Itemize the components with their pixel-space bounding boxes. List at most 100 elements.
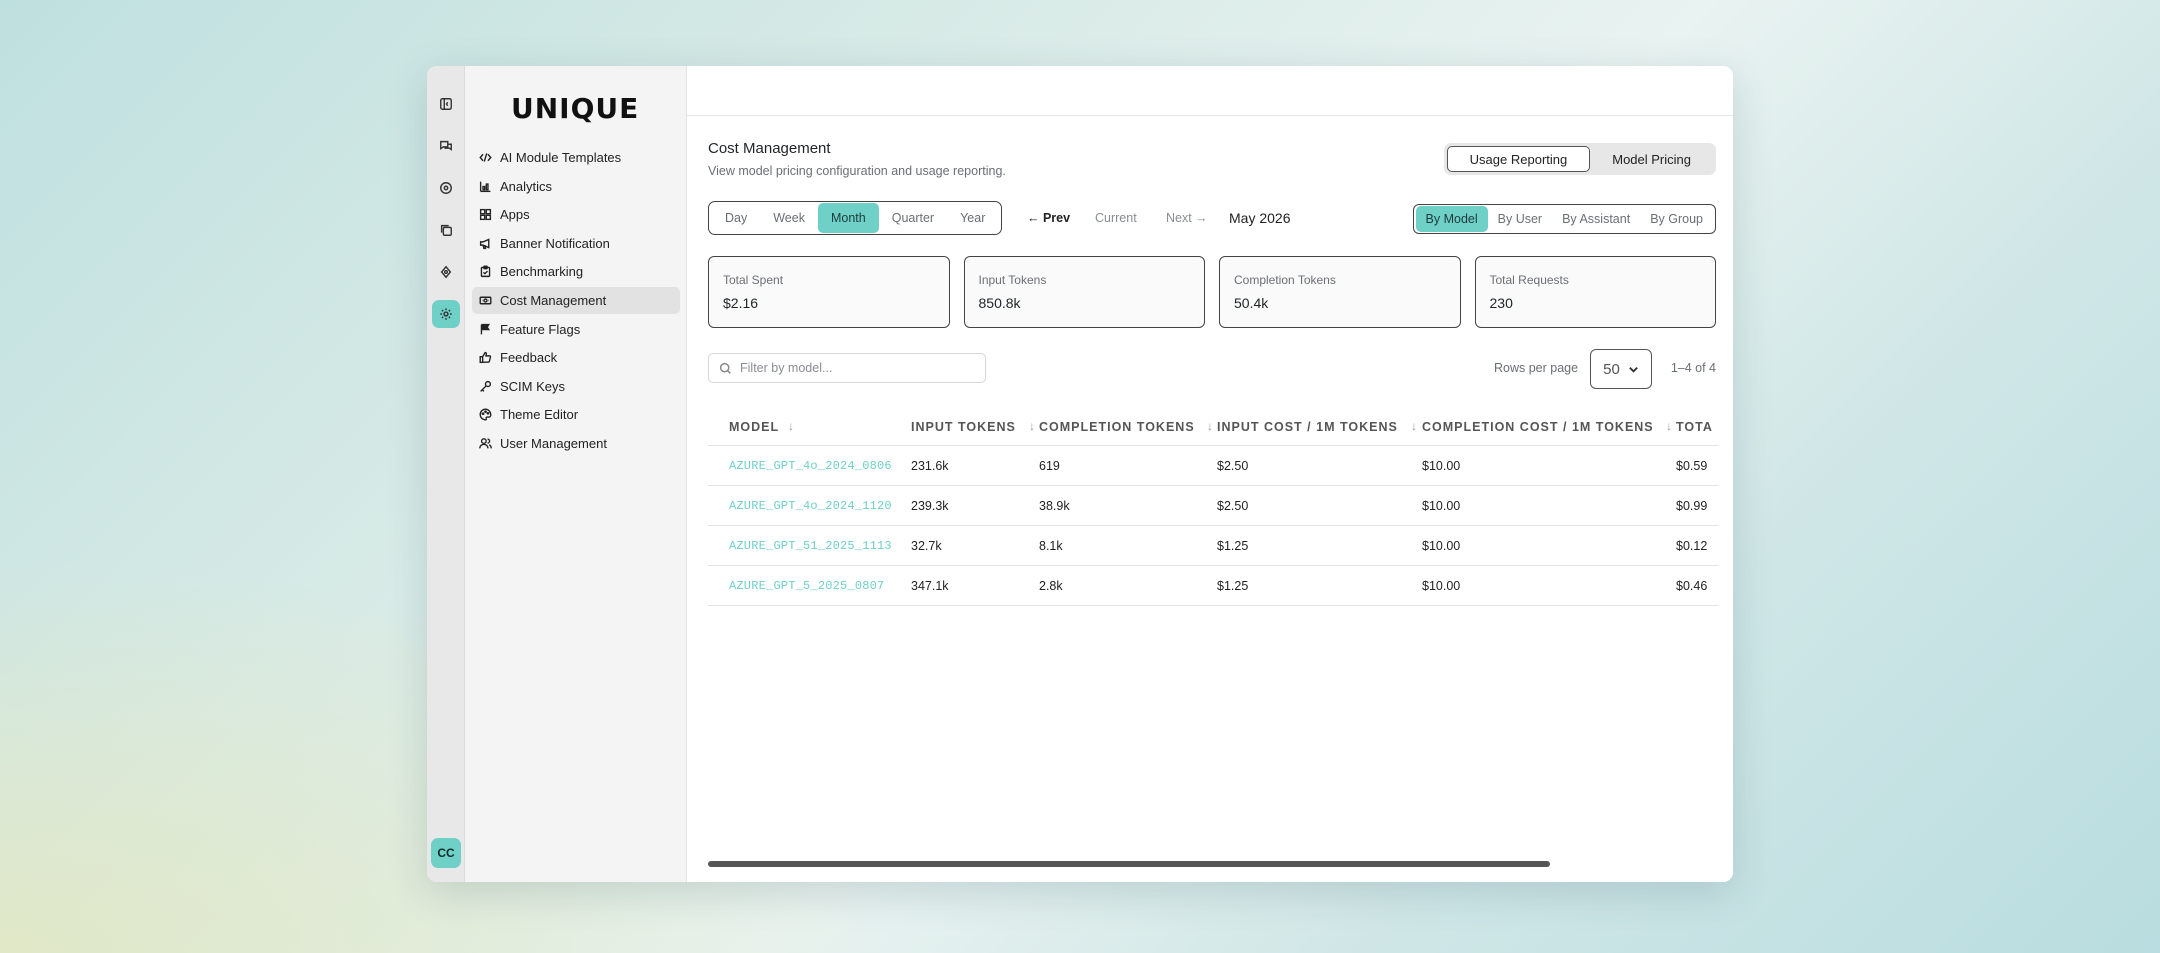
cell-input-cost: $1.25 <box>1217 579 1249 593</box>
table-row[interactable]: AZURE_GPT_4o_2024_0806 231.6k 619 $2.50 … <box>708 446 1718 486</box>
stat-value: 230 <box>1489 295 1513 311</box>
table-row[interactable]: AZURE_GPT_5_2025_0807 347.1k 2.8k $1.25 … <box>708 566 1718 606</box>
sidebar-item-feedback[interactable]: Feedback <box>472 344 680 371</box>
sidebar-nav: AI Module Templates Analytics Apps Banne… <box>472 144 680 459</box>
period-quarter[interactable]: Quarter <box>879 203 947 233</box>
rows-per-page-select[interactable]: 50 <box>1590 349 1652 389</box>
cell-input-tokens: 231.6k <box>911 459 949 473</box>
cell-total-cost: $0.46 <box>1676 579 1708 593</box>
sidebar-item-label: Feedback <box>500 350 558 366</box>
cell-completion-tokens: 38.9k <box>1039 499 1070 513</box>
table-row[interactable]: AZURE_GPT_4o_2024_1120 239.3k 38.9k $2.5… <box>708 486 1718 526</box>
sidebar-item-scim-keys[interactable]: SCIM Keys <box>472 373 680 400</box>
sidebar: UNIQUE AI Module Templates Analytics App… <box>465 66 687 882</box>
sidebar-item-cost-management[interactable]: Cost Management <box>472 286 680 314</box>
stat-label: Input Tokens <box>978 273 1047 287</box>
cell-input-cost: $2.50 <box>1217 459 1249 473</box>
sidebar-item-ai-module-templates[interactable]: AI Module Templates <box>472 144 680 171</box>
sidebar-item-benchmarking[interactable]: Benchmarking <box>472 258 680 285</box>
avatar[interactable]: CC <box>431 838 461 868</box>
filter-box <box>708 353 986 383</box>
flag-icon <box>480 323 491 334</box>
sort-arrow-icon[interactable]: ↓ <box>1207 419 1213 433</box>
sidebar-item-theme-editor[interactable]: Theme Editor <box>472 401 680 428</box>
explore-icon[interactable] <box>432 174 460 202</box>
clipboard-check-icon <box>480 265 491 278</box>
cell-total-cost: $0.99 <box>1676 499 1708 513</box>
top-bar <box>687 66 1733 116</box>
table-header: MODEL ↓ INPUT TOKENS ↓ COMPLETION TOKENS… <box>708 406 1718 446</box>
sidebar-item-label: SCIM Keys <box>500 378 566 394</box>
sidebar-item-banner-notification[interactable]: Banner Notification <box>472 230 680 257</box>
header-completion-cost[interactable]: COMPLETION COST / 1M TOKENS <box>1422 420 1654 434</box>
cell-input-cost: $2.50 <box>1217 499 1249 513</box>
sidebar-item-label: Cost Management <box>500 292 607 308</box>
header-total-cost[interactable]: TOTA <box>1676 420 1713 434</box>
sidebar-item-apps[interactable]: Apps <box>472 201 680 228</box>
cell-completion-tokens: 619 <box>1039 459 1060 473</box>
period-week[interactable]: Week <box>760 203 818 233</box>
sidebar-item-label: AI Module Templates <box>500 150 622 165</box>
model-pricing-tab[interactable]: Model Pricing <box>1590 146 1713 172</box>
header-model[interactable]: MODEL <box>729 420 779 434</box>
cell-completion-cost: $10.00 <box>1422 459 1461 473</box>
model-link[interactable]: AZURE_GPT_51_2025_1113 <box>729 539 892 553</box>
sidebar-item-user-management[interactable]: User Management <box>472 430 680 457</box>
stat-card-total-requests: Total Requests 230 <box>1474 256 1716 328</box>
brand-logo[interactable]: UNIQUE <box>511 92 639 125</box>
stat-card-total-spent: Total Spent $2.16 <box>708 256 950 328</box>
group-by-assistant[interactable]: By Assistant <box>1552 206 1640 232</box>
chevron-down-icon <box>1629 366 1638 373</box>
period-year[interactable]: Year <box>947 203 998 233</box>
table-row[interactable]: AZURE_GPT_51_2025_1113 32.7k 8.1k $1.25 … <box>708 526 1718 566</box>
next-button[interactable]: Next → <box>1166 211 1208 225</box>
header-input-cost[interactable]: INPUT COST / 1M TOKENS <box>1217 420 1398 434</box>
ai-icon[interactable] <box>432 258 460 286</box>
main-content: Cost Management View model pricing confi… <box>687 66 1733 882</box>
header-completion-tokens[interactable]: COMPLETION TOKENS <box>1039 420 1195 434</box>
icon-rail: CC <box>427 66 465 882</box>
sidebar-item-label: User Management <box>500 435 607 451</box>
usage-reporting-tab[interactable]: Usage Reporting <box>1446 146 1591 172</box>
cell-input-tokens: 347.1k <box>911 579 949 593</box>
sidebar-item-analytics[interactable]: Analytics <box>472 173 680 200</box>
grid-icon <box>479 209 492 221</box>
sort-arrow-icon[interactable]: ↓ <box>1666 419 1672 433</box>
sort-arrow-icon[interactable]: ↓ <box>1029 419 1035 433</box>
prev-button[interactable]: ← Prev <box>1027 211 1070 225</box>
money-icon <box>479 296 492 305</box>
cell-total-cost: $0.59 <box>1676 459 1708 473</box>
sidebar-item-feature-flags[interactable]: Feature Flags <box>472 316 680 343</box>
current-button[interactable]: Current <box>1095 211 1137 225</box>
cell-completion-cost: $10.00 <box>1422 539 1461 553</box>
model-link[interactable]: AZURE_GPT_5_2025_0807 <box>729 579 884 593</box>
collapse-sidebar-icon[interactable] <box>432 90 460 118</box>
sidebar-item-label: Apps <box>500 207 530 223</box>
key-icon <box>480 380 492 392</box>
group-by-user[interactable]: By User <box>1488 206 1552 232</box>
period-month[interactable]: Month <box>817 203 879 233</box>
group-by-selector: By Model By User By Assistant By Group <box>1412 204 1716 234</box>
sidebar-item-label: Banner Notification <box>500 235 610 251</box>
stat-label: Completion Tokens <box>1234 273 1336 287</box>
cell-total-cost: $0.12 <box>1676 539 1708 553</box>
sidebar-item-label: Analytics <box>500 178 553 194</box>
copy-icon[interactable] <box>432 216 460 244</box>
megaphone-icon <box>479 238 490 249</box>
sort-arrow-icon[interactable]: ↓ <box>788 419 794 433</box>
horizontal-scrollbar[interactable] <box>708 861 1550 867</box>
stat-value: 850.8k <box>978 295 1021 311</box>
header-input-tokens[interactable]: INPUT TOKENS <box>911 420 1016 434</box>
model-link[interactable]: AZURE_GPT_4o_2024_1120 <box>729 499 892 513</box>
filter-by-model-input[interactable] <box>740 361 960 375</box>
group-by-model[interactable]: By Model <box>1415 206 1488 232</box>
settings-icon[interactable] <box>432 300 460 328</box>
stat-label: Total Requests <box>1489 273 1569 287</box>
chat-icon[interactable] <box>432 132 460 160</box>
group-by-group[interactable]: By Group <box>1640 206 1713 232</box>
palette-icon <box>479 408 492 421</box>
sort-arrow-icon[interactable]: ↓ <box>1411 419 1417 433</box>
period-day[interactable]: Day <box>712 203 760 233</box>
stat-card-completion-tokens: Completion Tokens 50.4k <box>1219 256 1461 328</box>
model-link[interactable]: AZURE_GPT_4o_2024_0806 <box>729 459 892 473</box>
